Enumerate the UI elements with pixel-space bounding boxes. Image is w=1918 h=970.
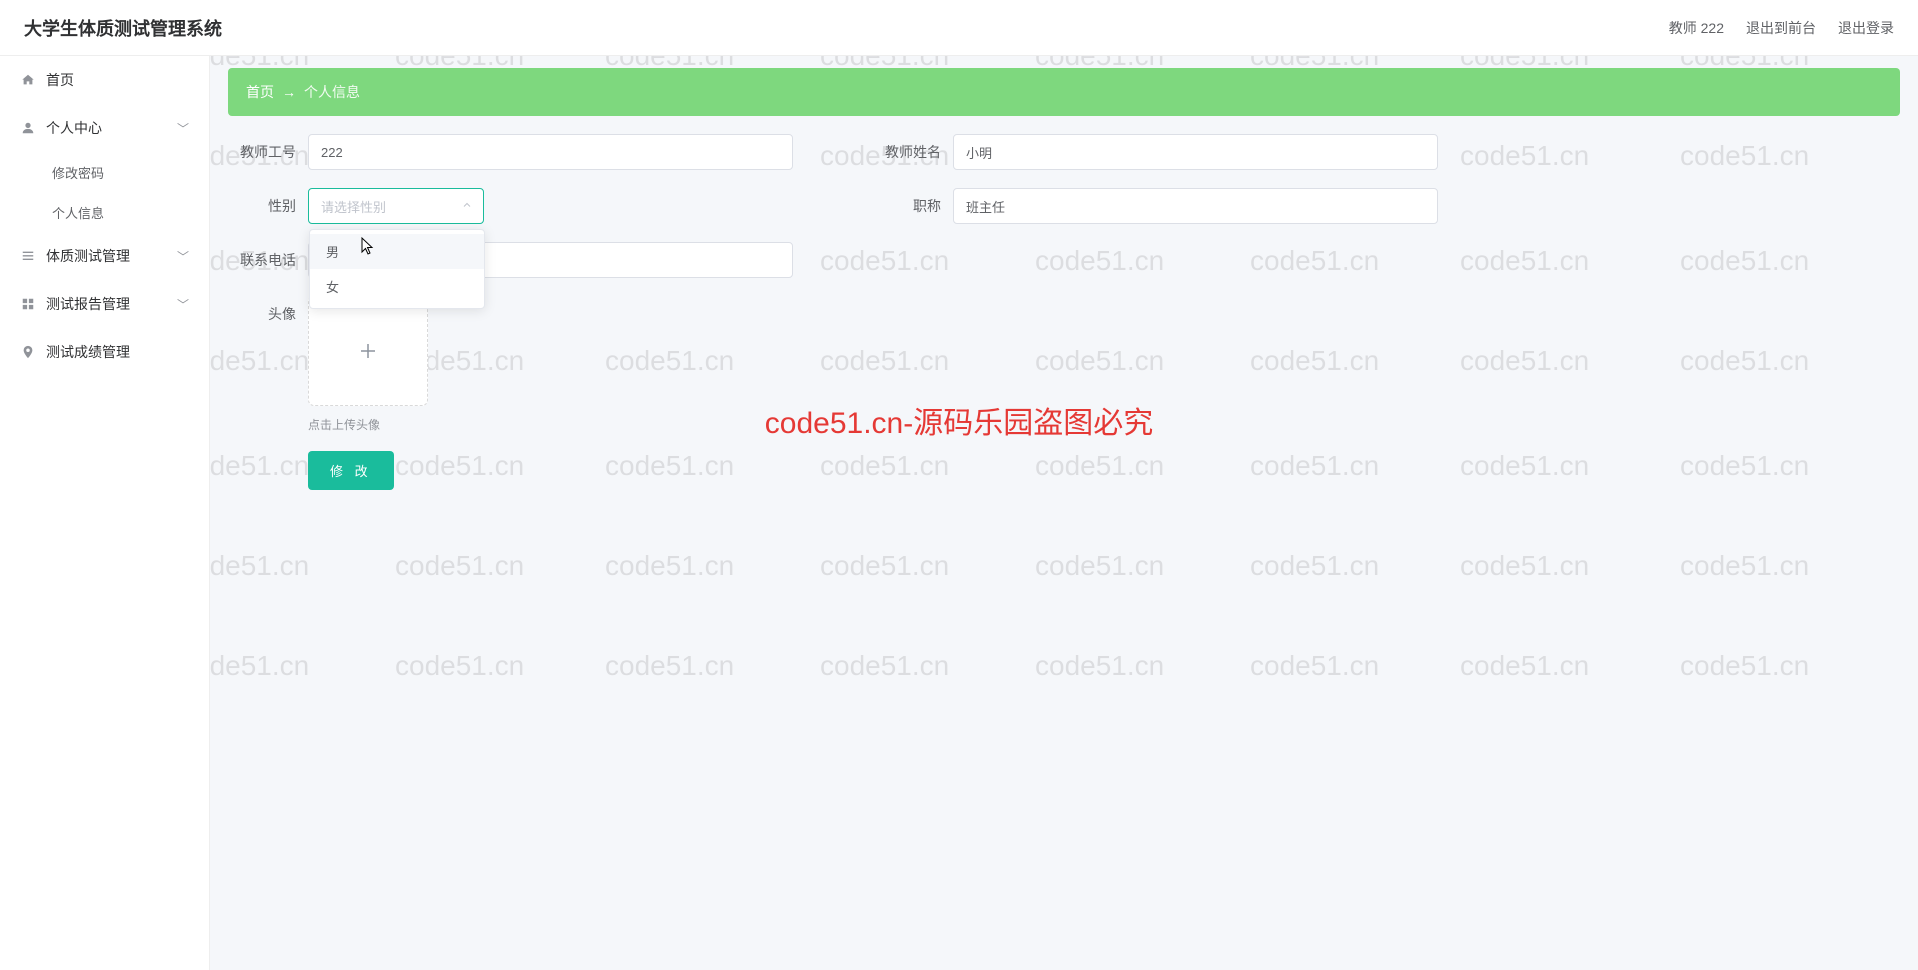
upload-hint: 点击上传头像	[308, 416, 428, 433]
phone-label: 联系电话	[228, 250, 308, 270]
avatar-upload[interactable]	[308, 296, 428, 406]
header-right: 教师 222 退出到前台 退出登录	[1669, 18, 1894, 38]
chevron-up-icon	[461, 198, 473, 214]
exit-frontend-link[interactable]: 退出到前台	[1746, 18, 1816, 38]
teacher-name-input[interactable]	[953, 134, 1438, 170]
list-icon	[20, 248, 36, 264]
avatar-label: 头像	[228, 296, 308, 324]
app-header: 大学生体质测试管理系统 教师 222 退出到前台 退出登录	[0, 0, 1918, 56]
marker-icon	[20, 344, 36, 360]
gender-placeholder: 请选择性别	[321, 197, 386, 216]
breadcrumb: 首页 → 个人信息	[228, 68, 1900, 116]
sidebar-item-home[interactable]: 首页	[0, 56, 209, 104]
gender-select[interactable]: 请选择性别 男 女	[308, 188, 484, 224]
sidebar-item-test-report[interactable]: 测试报告管理 ﹀	[0, 280, 209, 328]
sidebar-item-label: 体质测试管理	[46, 246, 130, 266]
gender-label: 性别	[228, 196, 308, 216]
gender-dropdown: 男 女	[309, 229, 485, 309]
user-icon	[20, 120, 36, 136]
sidebar-subitem-change-password[interactable]: 修改密码	[0, 152, 209, 192]
teacher-name-label: 教师姓名	[873, 142, 953, 162]
sidebar-subitem-personal-info[interactable]: 个人信息	[0, 192, 209, 232]
logout-link[interactable]: 退出登录	[1838, 18, 1894, 38]
sidebar-item-label: 测试成绩管理	[46, 342, 130, 362]
sidebar: 首页 个人中心 ﹀ 修改密码 个人信息 体质测试管理 ﹀ 测试报告管理 ﹀ 测试…	[0, 56, 210, 970]
title-label: 职称	[873, 196, 953, 216]
sidebar-item-fitness-test[interactable]: 体质测试管理 ﹀	[0, 232, 209, 280]
gender-option-male[interactable]: 男	[310, 234, 484, 269]
teacher-id-input[interactable]	[308, 134, 793, 170]
chevron-down-icon: ﹀	[177, 120, 189, 137]
sidebar-item-label: 个人中心	[46, 118, 102, 138]
breadcrumb-current: 个人信息	[304, 82, 360, 102]
sidebar-item-test-score[interactable]: 测试成绩管理	[0, 328, 209, 376]
sidebar-item-label: 测试报告管理	[46, 294, 130, 314]
main-content: 首页 → 个人信息 教师工号 教师姓名 性别 请选择性别	[210, 56, 1918, 970]
teacher-id-label: 教师工号	[228, 142, 308, 162]
personal-info-form: 教师工号 教师姓名 性别 请选择性别 男 女	[228, 134, 1900, 490]
plus-icon	[356, 339, 380, 363]
home-icon	[20, 72, 36, 88]
gender-option-female[interactable]: 女	[310, 269, 484, 304]
chevron-down-icon: ﹀	[177, 248, 189, 265]
chevron-down-icon: ﹀	[177, 296, 189, 313]
breadcrumb-home[interactable]: 首页	[246, 82, 274, 102]
sidebar-item-personal-center[interactable]: 个人中心 ﹀	[0, 104, 209, 152]
breadcrumb-arrow: →	[282, 84, 296, 100]
grid-icon	[20, 296, 36, 312]
app-title: 大学生体质测试管理系统	[24, 15, 222, 41]
user-role-link[interactable]: 教师 222	[1669, 18, 1724, 38]
title-input[interactable]	[953, 188, 1438, 224]
submit-button[interactable]: 修 改	[308, 451, 394, 490]
sidebar-item-label: 首页	[46, 70, 74, 90]
